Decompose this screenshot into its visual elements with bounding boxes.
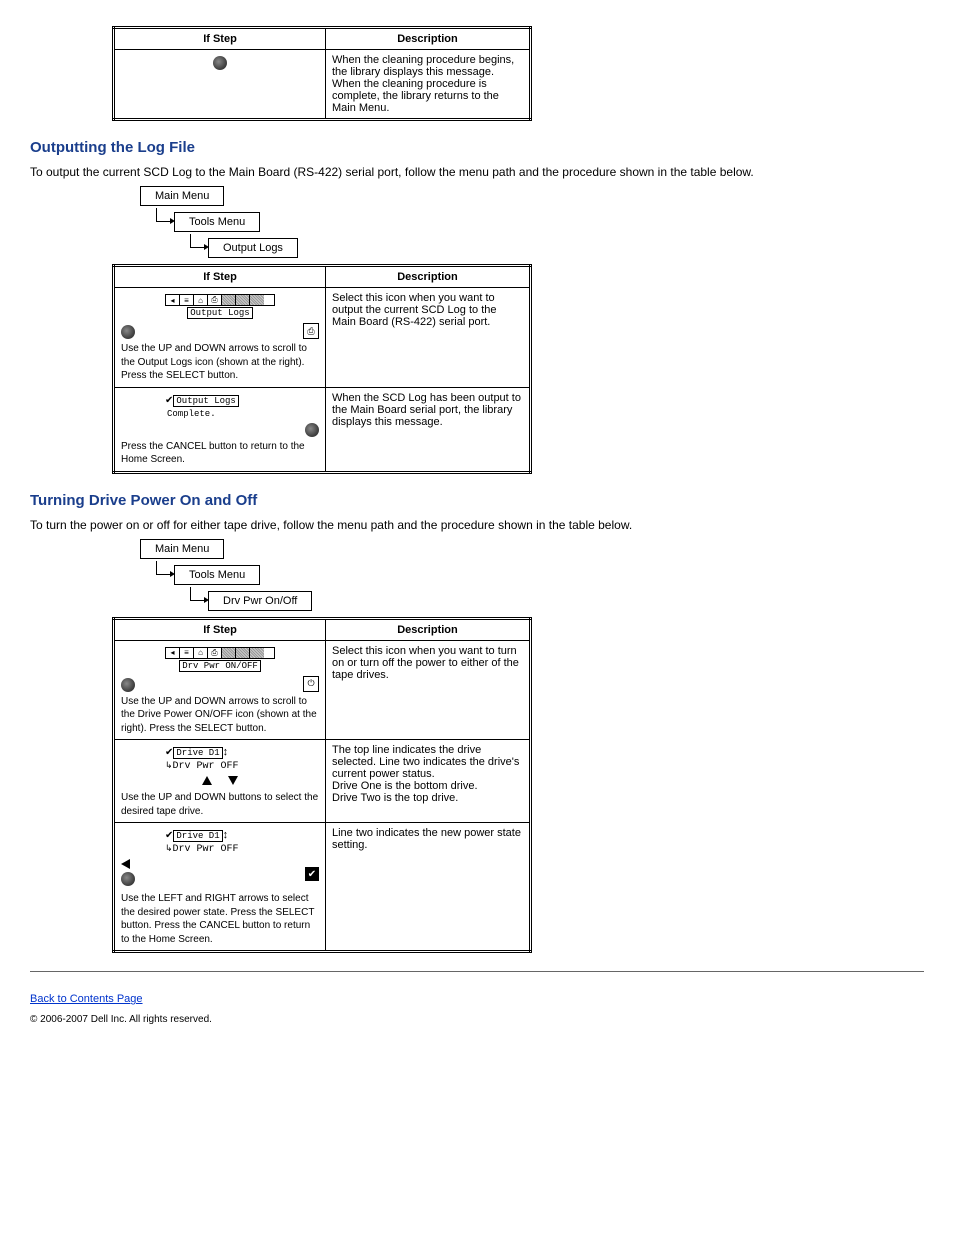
table-row: ✔Drive D1↕ ↳Drv Pwr OFF Use the UP and D… — [114, 740, 531, 823]
lcd-screen: ◂≡⌂⎙ Drv Pwr ON/OFF — [165, 647, 275, 672]
lcd-label: Drv Pwr OFF — [173, 761, 239, 772]
lcd-label: Complete. — [165, 409, 218, 419]
knob-icon — [213, 56, 227, 70]
col-ifstep: If Step — [114, 28, 326, 50]
back-to-contents-link[interactable]: Back to Contents Page — [30, 993, 143, 1005]
col-ifstep: If Step — [114, 618, 326, 640]
clean-desc: When the cleaning procedure begins, the … — [326, 50, 531, 120]
step-desc: Line two indicates the new power state s… — [326, 823, 531, 952]
copyright: © 2006-2007 Dell Inc. All rights reserve… — [30, 1013, 924, 1027]
step-instr: Press the CANCEL button to return to the… — [121, 440, 319, 467]
lcd-screen: ◂≡⌂⎙ Output Logs — [165, 294, 275, 319]
select-icon: ✔ — [305, 867, 319, 881]
lcd-screen: ✔Drive D1↕ ↳Drv Pwr OFF — [165, 829, 275, 855]
table-row: ✔Output Logs Complete. Press the CANCEL … — [114, 387, 531, 472]
lcd-label: Drv Pwr ON/OFF — [179, 660, 261, 672]
step-instr: Use the UP and DOWN buttons to select th… — [121, 791, 319, 818]
knob-icon — [305, 423, 319, 437]
para-output-logs: To output the current SCD Log to the Mai… — [30, 164, 924, 180]
table-output-logs: If Step Description ◂≡⌂⎙ Output Logs ⎙ U… — [112, 264, 532, 474]
crumb-drv-pwr: Drv Pwr On/Off — [208, 591, 312, 611]
lcd-screen: ✔Drive D1↕ ↳Drv Pwr OFF — [165, 746, 275, 772]
crumb-main: Main Menu — [140, 539, 224, 559]
doc-icon: ⎙ — [303, 323, 319, 339]
nav-tree-output-logs: Main Menu Tools Menu Output Logs — [140, 186, 924, 258]
heading-output-logs: Outputting the Log File — [30, 139, 924, 156]
para-drv-pwr: To turn the power on or off for either t… — [30, 517, 924, 533]
lcd-label: Drive D1 — [173, 747, 222, 759]
drive-icon: ⏻ — [303, 676, 319, 692]
lcd-label: Drv Pwr OFF — [173, 844, 239, 855]
step-desc: The top line indicates the drive selecte… — [326, 740, 531, 823]
lcd-label: Output Logs — [187, 307, 252, 319]
step-desc: When the SCD Log has been output to the … — [326, 387, 531, 472]
step-desc: Select this icon when you want to output… — [326, 288, 531, 388]
knob-icon — [121, 872, 135, 886]
step-instr: Use the UP and DOWN arrows to scroll to … — [121, 342, 319, 383]
left-arrow-icon — [121, 859, 130, 869]
up-arrow-icon — [202, 776, 212, 785]
lcd-label: Output Logs — [173, 395, 238, 407]
knob-icon — [121, 325, 135, 339]
lcd-screen: ✔Output Logs Complete. — [165, 394, 275, 419]
table-row: ◂≡⌂⎙ Drv Pwr ON/OFF ⏻ Use the UP and DOW… — [114, 640, 531, 740]
col-desc: Description — [326, 266, 531, 288]
knob-icon — [121, 678, 135, 692]
table-row: ✔Drive D1↕ ↳Drv Pwr OFF ✔ Use the LEFT a… — [114, 823, 531, 952]
table-drv-pwr: If Step Description ◂≡⌂⎙ Drv Pwr ON/OFF … — [112, 617, 532, 954]
down-arrow-icon — [228, 776, 238, 785]
col-desc: Description — [326, 28, 531, 50]
heading-drv-pwr: Turning Drive Power On and Off — [30, 492, 924, 509]
col-ifstep: If Step — [114, 266, 326, 288]
crumb-output-logs: Output Logs — [208, 238, 298, 258]
nav-tree-drv-pwr: Main Menu Tools Menu Drv Pwr On/Off — [140, 539, 924, 611]
table-clean-fragment: If Step Description When the cleaning pr… — [112, 26, 532, 121]
step-instr: Use the LEFT and RIGHT arrows to select … — [121, 892, 319, 946]
crumb-tools: Tools Menu — [174, 212, 260, 232]
step-desc: Select this icon when you want to turn o… — [326, 640, 531, 740]
crumb-tools: Tools Menu — [174, 565, 260, 585]
col-desc: Description — [326, 618, 531, 640]
crumb-main: Main Menu — [140, 186, 224, 206]
divider — [30, 971, 924, 972]
step-instr: Use the UP and DOWN arrows to scroll to … — [121, 695, 319, 736]
table-row: ◂≡⌂⎙ Output Logs ⎙ Use the UP and DOWN a… — [114, 288, 531, 388]
lcd-label: Drive D1 — [173, 830, 222, 842]
